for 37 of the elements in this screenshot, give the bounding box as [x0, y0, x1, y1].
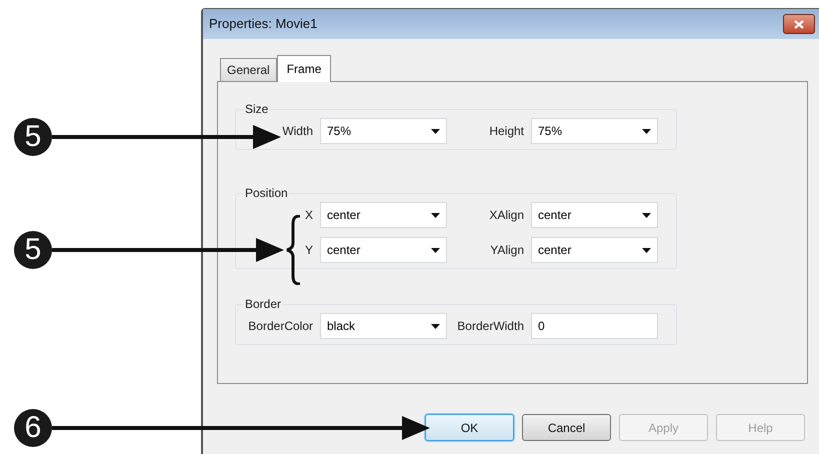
- dialog-button[interactable]: OK: [425, 414, 514, 441]
- caret-icon: [642, 212, 651, 218]
- tab[interactable]: General: [220, 58, 277, 81]
- caret-icon: [431, 128, 440, 134]
- input-field[interactable]: 0: [531, 313, 658, 339]
- caret-icon: [431, 248, 440, 252]
- tab[interactable]: Frame: [276, 55, 332, 82]
- field-label: Y: [304, 242, 313, 259]
- dropdown[interactable]: center: [320, 202, 447, 228]
- field-label: BorderWidth: [457, 318, 524, 335]
- caret-icon: [431, 324, 440, 328]
- callout-number: 5: [14, 118, 52, 156]
- group-label: Border: [244, 296, 282, 313]
- dropdown[interactable]: 75%: [320, 118, 447, 144]
- close-button[interactable]: [783, 14, 815, 34]
- field-label: XAlign: [489, 207, 524, 224]
- field-label: X: [304, 207, 313, 224]
- dropdown[interactable]: center: [531, 202, 658, 228]
- dropdown[interactable]: black: [320, 313, 447, 339]
- caret-icon: [642, 248, 651, 252]
- close-icon: [794, 20, 804, 28]
- group-label: Size: [244, 101, 270, 118]
- dialog-button[interactable]: Cancel: [522, 414, 611, 441]
- callout-number: 6: [14, 409, 52, 447]
- dropdown[interactable]: center: [320, 237, 447, 263]
- field-label: YAlign: [490, 242, 524, 259]
- caret-icon: [642, 128, 651, 134]
- field-label: Height: [489, 123, 524, 140]
- callout-number: 5: [14, 231, 52, 269]
- window-title: Properties: Movie1: [209, 15, 318, 34]
- field-label: BorderColor: [248, 318, 313, 335]
- group-label: Position: [244, 185, 289, 202]
- caret-icon: [431, 212, 440, 218]
- field-label: Width: [282, 123, 313, 140]
- dropdown[interactable]: 75%: [531, 118, 658, 144]
- brace-icon: [286, 215, 301, 285]
- dropdown[interactable]: center: [531, 237, 658, 263]
